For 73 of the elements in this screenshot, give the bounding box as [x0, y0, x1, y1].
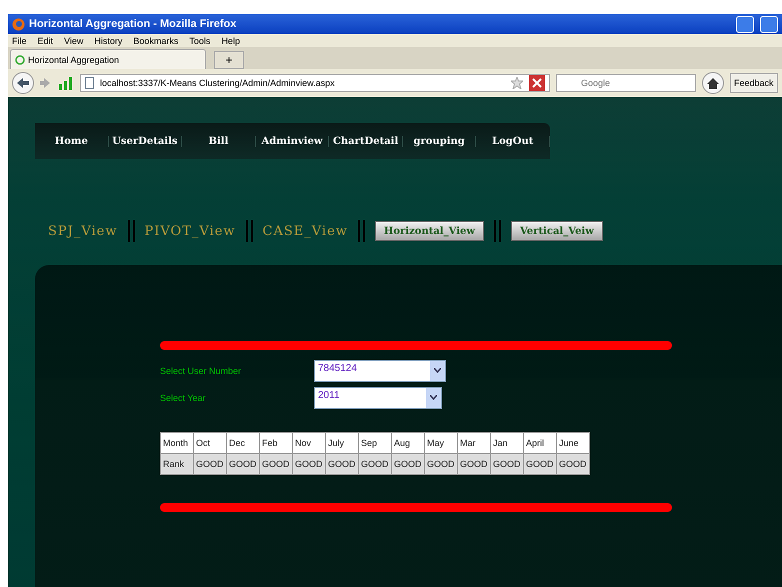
- separator-icon: [246, 220, 253, 242]
- table-cell: Nov: [292, 432, 326, 454]
- nav-link[interactable]: ChartDetail: [329, 136, 403, 146]
- nav-link[interactable]: UserDetails: [108, 136, 182, 146]
- home-icon: [707, 78, 719, 88]
- stop-icon[interactable]: [529, 75, 545, 91]
- table-cell: GOOD: [524, 454, 556, 474]
- dropdown-field[interactable]: 2011: [314, 386, 442, 408]
- table-cell: Aug: [392, 432, 424, 454]
- firefox-icon: [12, 18, 25, 30]
- restore-button[interactable]: [760, 16, 778, 32]
- nav-link[interactable]: grouping: [402, 136, 476, 146]
- address-bar[interactable]: localhost:3337/K-Means Clustering/Admin/Adminview.aspx: [80, 74, 550, 92]
- table-cell: May: [424, 432, 458, 454]
- field-label: Select User Number: [160, 366, 242, 376]
- page-icon: [85, 77, 94, 89]
- table-cell: Oct: [194, 432, 226, 454]
- dropdown-field[interactable]: 7845124: [314, 360, 446, 382]
- star-icon[interactable]: [511, 77, 523, 89]
- signal-bars-icon: [56, 75, 74, 91]
- menu-item[interactable]: File: [12, 36, 27, 46]
- browser-tab[interactable]: Horizontal Aggregation: [10, 49, 206, 69]
- table-cell: Feb: [260, 432, 292, 454]
- separator-icon: [128, 220, 135, 242]
- table-cell: GOOD: [226, 454, 260, 474]
- chevron-down-icon: [430, 395, 437, 400]
- back-button[interactable]: [12, 72, 34, 94]
- table-cell: Rank: [160, 454, 194, 474]
- feedback-button[interactable]: Feedback: [730, 73, 778, 93]
- view-link[interactable]: SPJ_View: [48, 224, 118, 238]
- separator-icon: [358, 220, 365, 242]
- menu-item[interactable]: View: [64, 36, 84, 46]
- table-cell: GOOD: [326, 454, 358, 474]
- table-cell: Sep: [358, 432, 392, 454]
- view-link[interactable]: PIVOT_View: [144, 224, 236, 238]
- minimize-button[interactable]: [736, 16, 754, 32]
- table-cell: Mar: [458, 432, 490, 454]
- table-cell: GOOD: [260, 454, 292, 474]
- table-cell: June: [556, 432, 590, 454]
- table-cell: April: [524, 432, 556, 454]
- table-cell: GOOD: [358, 454, 392, 474]
- menu-item[interactable]: Edit: [38, 36, 54, 46]
- view-link[interactable]: CASE_View: [262, 224, 348, 238]
- table-cell: GOOD: [292, 454, 326, 474]
- view-button[interactable]: Horizontal_View: [374, 221, 484, 241]
- table-cell: GOOD: [424, 454, 458, 474]
- menu-item[interactable]: Bookmarks: [133, 36, 178, 46]
- field-label: Select Year: [160, 392, 207, 402]
- table-cell: Month: [160, 432, 194, 454]
- view-button[interactable]: Vertical_Veiw: [510, 221, 603, 241]
- table-cell: GOOD: [556, 454, 590, 474]
- table-cell: GOOD: [194, 454, 226, 474]
- window-title: Horizontal Aggregation - Mozilla Firefox: [29, 18, 238, 30]
- nav-link[interactable]: LogOut: [476, 136, 550, 146]
- chevron-down-icon: [434, 368, 441, 373]
- loading-icon: [15, 54, 25, 64]
- menu-item[interactable]: Help: [221, 36, 240, 46]
- home-button[interactable]: [702, 72, 724, 94]
- nav-link[interactable]: Adminview: [256, 136, 330, 146]
- new-tab-button[interactable]: +: [214, 51, 244, 69]
- separator-icon: [494, 220, 501, 242]
- search-field[interactable]: Google: [556, 74, 696, 92]
- table-cell: July: [326, 432, 358, 454]
- table-cell: GOOD: [490, 454, 524, 474]
- table-cell: GOOD: [458, 454, 490, 474]
- table-cell: Dec: [226, 432, 260, 454]
- menu-item[interactable]: History: [94, 36, 122, 46]
- nav-link[interactable]: Bill: [182, 136, 256, 146]
- back-arrow-icon: [17, 78, 29, 88]
- table-cell: GOOD: [392, 454, 424, 474]
- table-cell: Jan: [490, 432, 524, 454]
- menu-item[interactable]: Tools: [189, 36, 210, 46]
- nav-link[interactable]: Home: [35, 136, 109, 146]
